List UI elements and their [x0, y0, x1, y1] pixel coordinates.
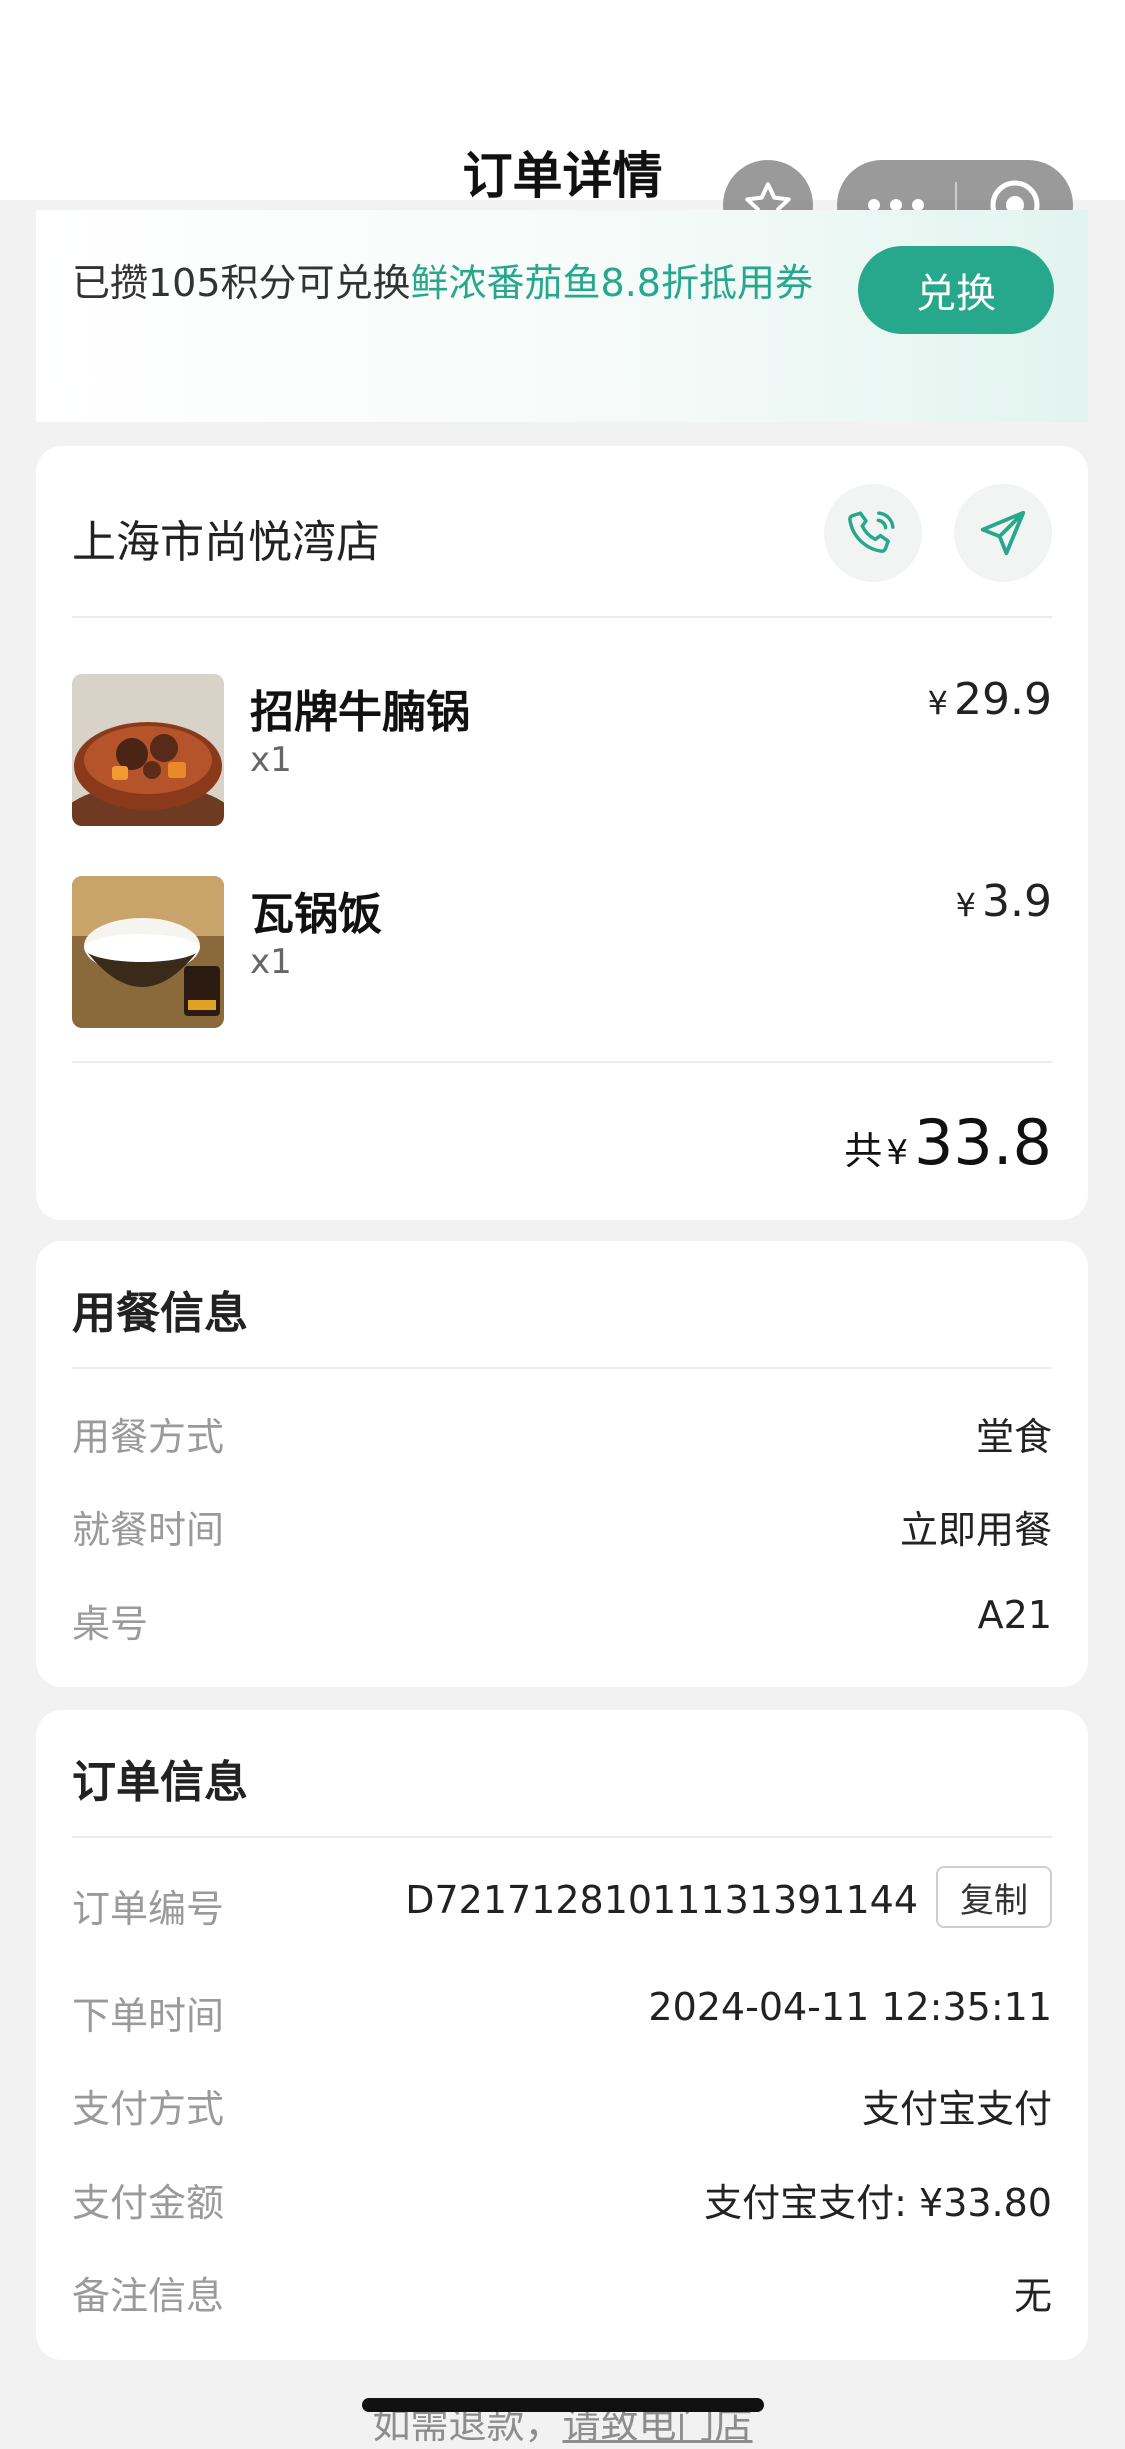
info-row: 用餐方式 堂食 [72, 1406, 1052, 1466]
info-value: 立即用餐 [899, 1508, 1052, 1552]
info-value: 堂食 [975, 1415, 1052, 1459]
info-row: 桌号 A21 [72, 1593, 1052, 1653]
phone-icon [848, 511, 895, 553]
info-key: 桌号 [72, 1602, 149, 1646]
info-value: 支付宝支付: ¥33.80 [704, 2181, 1052, 2225]
navigate-button[interactable] [954, 484, 1052, 582]
item-price-value: 29.9 [954, 674, 1052, 725]
info-row: 支付方式 支付宝支付 [72, 2078, 1052, 2138]
points-banner: 已攒105积分可兑换鲜浓番茄鱼8.8折抵用券 兑换 [36, 210, 1088, 422]
total-label: 共 [844, 1129, 883, 1173]
total-amount: 33.8 [913, 1106, 1052, 1179]
info-row: 订单编号 D72171281011131391144 复制 [72, 1866, 1052, 1938]
order-total: 共 ¥33.8 [844, 1106, 1052, 1179]
currency-symbol: ¥ [927, 684, 949, 722]
info-key: 订单编号 [72, 1887, 225, 1931]
info-key: 备注信息 [72, 2274, 225, 2318]
top-nav-bar: 订单详情 [0, 0, 1125, 250]
order-info-card: 订单信息 订单编号 D72171281011131391144 复制 下单时间 … [36, 1710, 1088, 2360]
home-indicator [362, 2398, 764, 2412]
item-price: ¥29.9 [928, 674, 1052, 725]
order-item: 瓦锅饭 x1 ¥3.9 [72, 876, 1052, 1028]
beef-stew-image [72, 674, 224, 826]
info-key: 就餐时间 [72, 1508, 225, 1552]
item-price-value: 3.9 [982, 876, 1052, 927]
info-row: 下单时间 2024-04-11 12:35:11 [72, 1985, 1052, 2045]
item-name: 瓦锅饭 [250, 889, 382, 940]
info-row: 支付金额 支付宝支付: ¥33.80 [72, 2172, 1052, 2232]
info-key: 下单时间 [72, 1994, 225, 2038]
points-text: 已攒105积分可兑换鲜浓番茄鱼8.8折抵用券 [72, 246, 842, 321]
info-key: 支付方式 [72, 2087, 225, 2131]
coupon-link[interactable]: 鲜浓番茄鱼8.8折抵用券 [411, 261, 813, 305]
divider [72, 1367, 1052, 1369]
call-store-button[interactable] [824, 484, 922, 582]
currency-symbol: ¥ [886, 1133, 908, 1173]
info-row: 就餐时间 立即用餐 [72, 1499, 1052, 1559]
info-key: 支付金额 [72, 2181, 225, 2225]
order-item: 招牌牛腩锅 x1 ¥29.9 [72, 674, 1052, 826]
rice-image [72, 876, 224, 1028]
info-value: A21 [977, 1593, 1052, 1637]
info-value: 无 [1013, 2274, 1052, 2318]
item-quantity: x1 [250, 740, 292, 780]
points-text-prefix: 已攒105积分可兑换 [72, 261, 411, 305]
info-value: 支付宝支付 [861, 2087, 1052, 2131]
divider [72, 1836, 1052, 1838]
copy-button[interactable]: 复制 [936, 1866, 1052, 1928]
section-title: 用餐信息 [72, 1288, 248, 1339]
dining-info-card: 用餐信息 用餐方式 堂食 就餐时间 立即用餐 桌号 A21 [36, 1241, 1088, 1687]
store-name: 上海市尚悦湾店 [72, 517, 380, 568]
currency-symbol: ¥ [955, 886, 977, 924]
item-quantity: x1 [250, 942, 292, 982]
item-name: 招牌牛腩锅 [250, 687, 470, 738]
info-key: 用餐方式 [72, 1415, 225, 1459]
order-number: D72171281011131391144 [405, 1878, 918, 1922]
divider [72, 616, 1052, 618]
item-price: ¥3.9 [956, 876, 1052, 927]
info-row: 备注信息 无 [72, 2265, 1052, 2325]
navigation-icon [980, 510, 1026, 556]
divider [72, 1061, 1052, 1063]
info-value: 2024-04-11 12:35:11 [648, 1985, 1052, 2029]
redeem-button[interactable]: 兑换 [858, 246, 1054, 334]
section-title: 订单信息 [72, 1757, 248, 1808]
store-card: 上海市尚悦湾店 招牌牛腩锅 x1 ¥ 29.9 瓦锅饭 x1 ¥ 3.9 共 ¥… [36, 446, 1088, 1220]
